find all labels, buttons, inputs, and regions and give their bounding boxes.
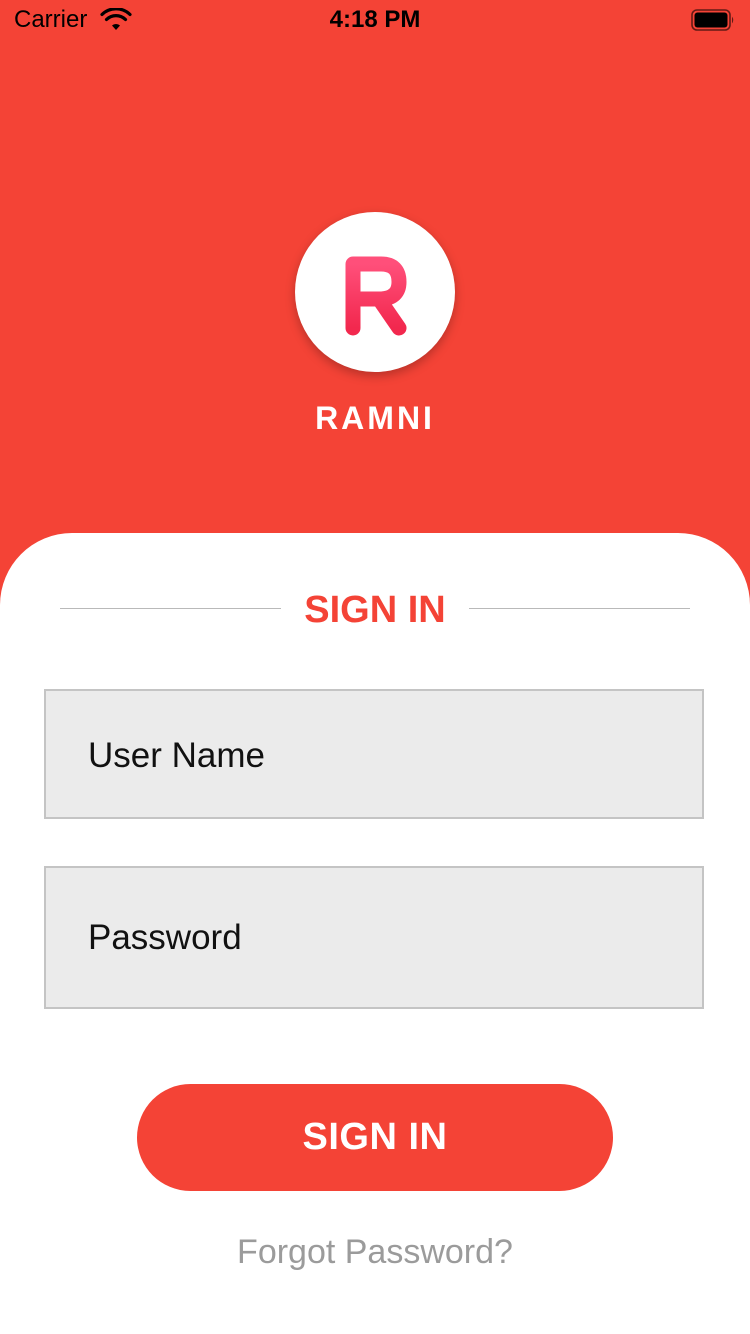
battery-icon [691,9,734,31]
username-placeholder: User Name [88,736,265,775]
logo-letter-r-icon [345,256,407,336]
status-bar: Carrier 4:18 PM [0,0,750,40]
username-field[interactable]: User Name [44,689,704,819]
forgot-password-link[interactable]: Forgot Password? [0,1232,750,1272]
sign-in-title: SIGN IN [304,589,446,631]
password-field[interactable]: Password [44,866,704,1009]
title-divider-right [469,608,690,609]
sign-in-button[interactable]: SIGN IN [137,1084,613,1191]
app-logo [295,212,455,372]
status-time: 4:18 PM [329,6,421,33]
password-placeholder: Password [88,918,242,957]
brand-name: RAMNI [315,400,435,436]
